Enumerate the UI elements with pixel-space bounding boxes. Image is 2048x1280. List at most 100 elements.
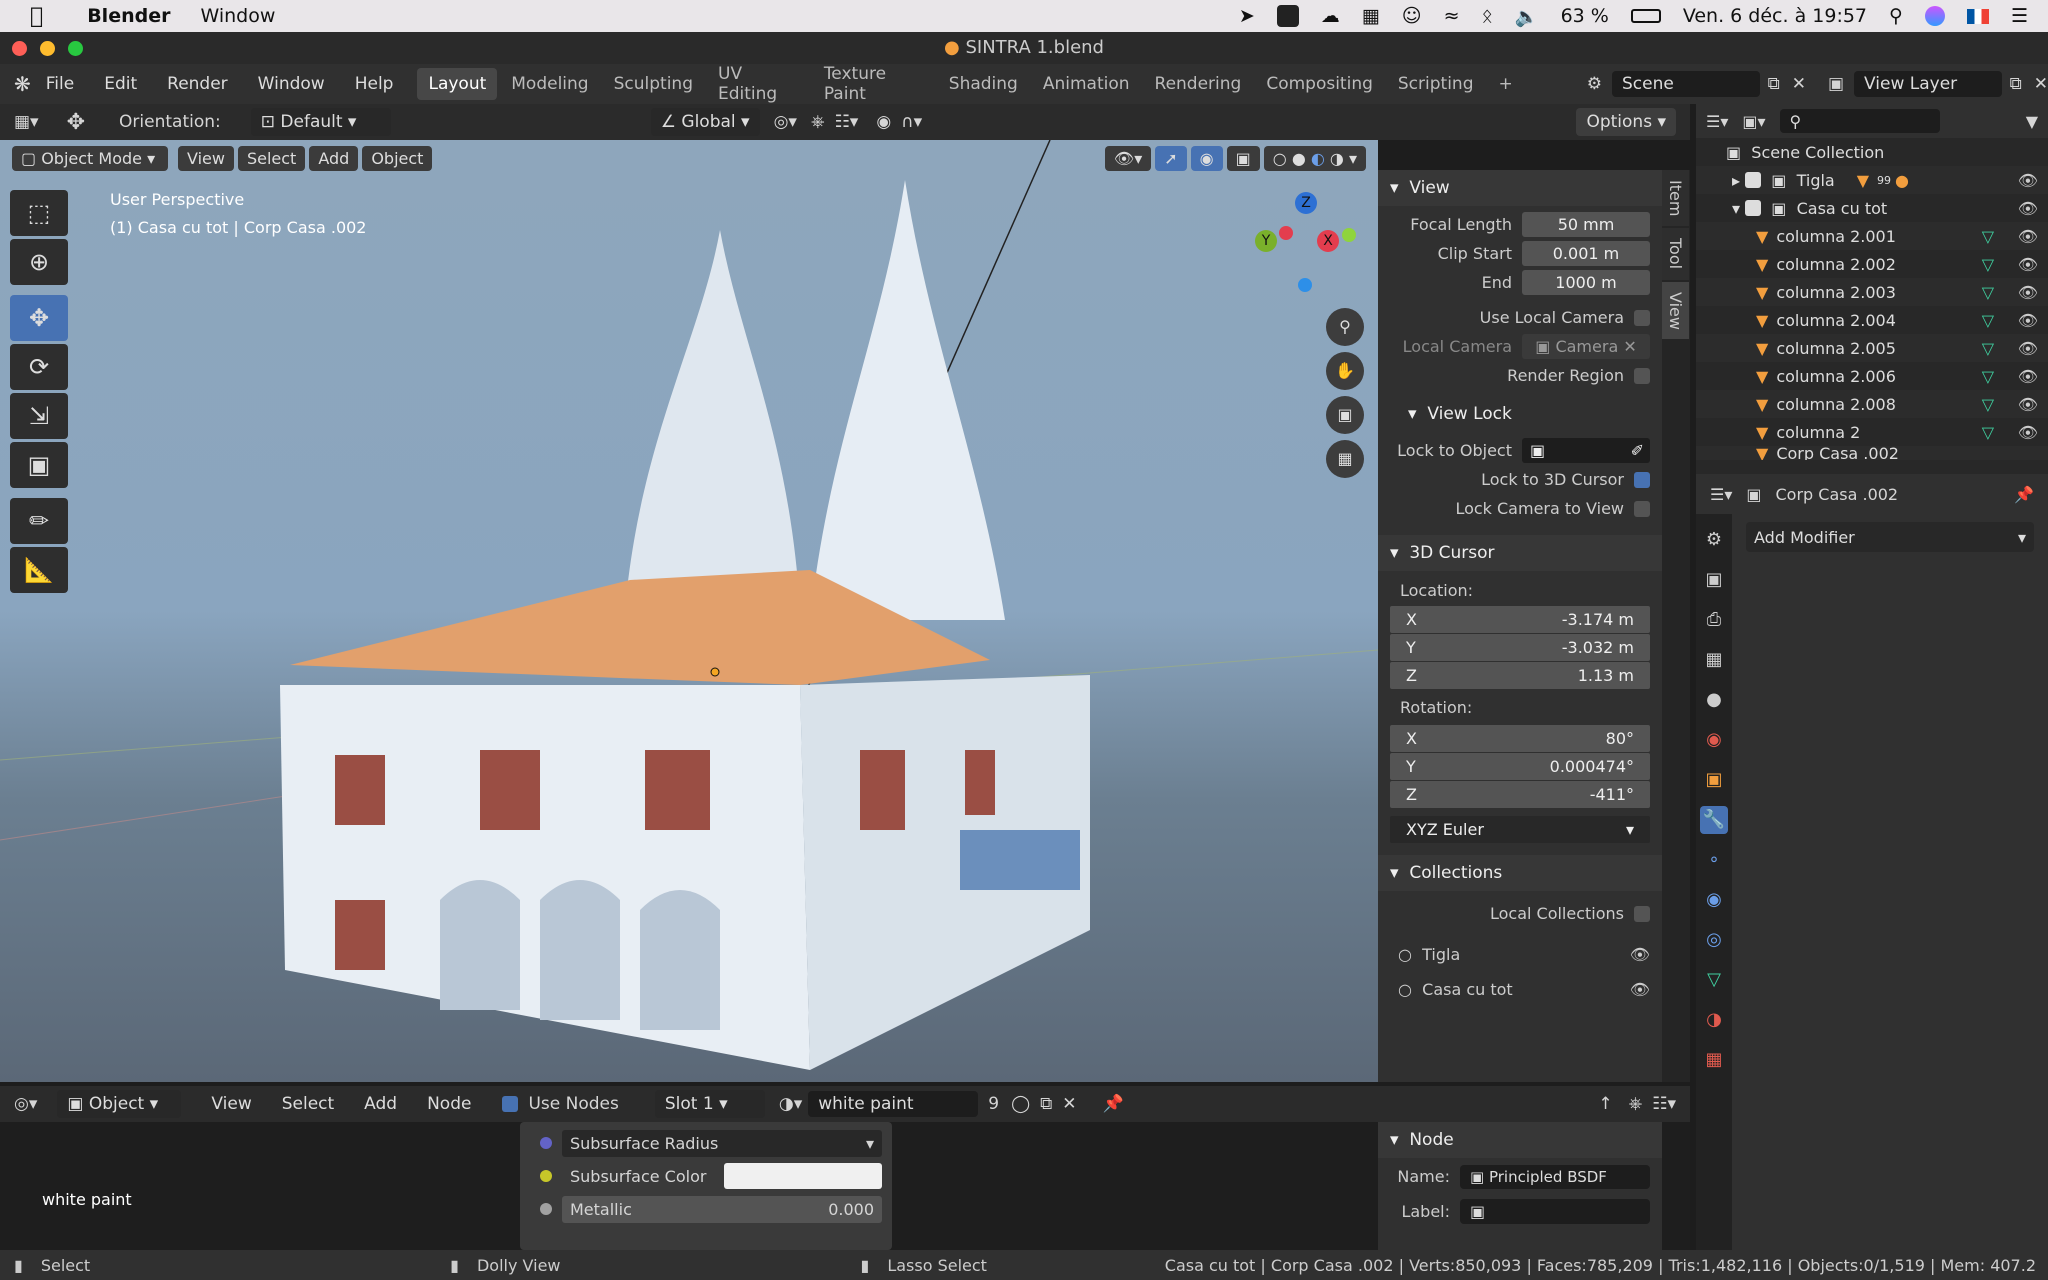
gizmo-neg-x[interactable] — [1279, 226, 1293, 240]
wacom-icon[interactable] — [1276, 5, 1299, 27]
gizmo-icon[interactable]: ➚ — [1155, 145, 1187, 171]
parent-node-icon[interactable]: ↑ — [1598, 1094, 1612, 1114]
node-menu-node[interactable]: Node — [427, 1094, 471, 1114]
subsurface-radius-socket[interactable]: Subsurface Radius ▾ — [530, 1128, 882, 1158]
outliner-row[interactable]: ▼ columna 2.004 ▽ 👁 — [1696, 306, 2048, 334]
eye-icon[interactable]: 👁 — [2018, 395, 2038, 414]
color-socket-dot[interactable] — [540, 1170, 552, 1182]
xray-icon[interactable]: ▣ — [1226, 145, 1260, 171]
lock-camera-checkbox[interactable] — [1634, 500, 1650, 517]
rotation-x-field[interactable]: X 80° — [1390, 725, 1650, 752]
snap-icon[interactable]: ⎈ — [811, 112, 825, 132]
pan-hand-icon[interactable]: ✋ — [1326, 352, 1364, 390]
app-menu[interactable]: Blender — [87, 5, 170, 27]
rotation-mode-dropdown[interactable]: XYZ Euler ▾ — [1390, 816, 1650, 843]
view-panel-header[interactable]: ▾ View — [1378, 170, 1662, 206]
notification-center-icon[interactable]: ☰ — [2011, 5, 2028, 27]
render-icon[interactable]: ▣ — [1700, 566, 1728, 594]
new-view-layer-icon[interactable]: ⧉ — [2010, 74, 2022, 94]
add-modifier-dropdown[interactable]: Add Modifier ▾ — [1746, 522, 2034, 552]
navigation-gizmo[interactable]: Z Y X — [1255, 190, 1356, 292]
tab-modeling[interactable]: Modeling — [500, 68, 599, 100]
delete-scene-icon[interactable]: ✕ — [1792, 74, 1806, 94]
add-workspace-button[interactable]: + — [1488, 68, 1524, 100]
eyedropper-icon[interactable]: ✐ — [1631, 438, 1644, 463]
tab-uv-editing[interactable]: UV Editing — [707, 58, 810, 110]
tab-compositing[interactable]: Compositing — [1255, 68, 1384, 100]
tab-layout[interactable]: Layout — [417, 68, 498, 100]
tab-scripting[interactable]: Scripting — [1387, 68, 1485, 100]
view-layer-icon[interactable]: ▣ — [1828, 74, 1844, 94]
new-scene-icon[interactable]: ⧉ — [1768, 74, 1780, 94]
pin-icon[interactable]: 📌 — [1102, 1094, 1123, 1114]
viewport-menu-object[interactable]: Object — [362, 145, 433, 171]
properties-editor-icon[interactable]: ☰▾ — [1710, 485, 1732, 504]
clip-end-field[interactable]: 1000 m — [1522, 270, 1650, 295]
particles-icon[interactable]: ∘ — [1700, 846, 1728, 874]
node-menu-view[interactable]: View — [211, 1094, 251, 1114]
outliner-row[interactable]: ▼ columna 2.001 ▽ 👁 — [1696, 222, 2048, 250]
render-region-checkbox[interactable] — [1634, 367, 1650, 384]
select-box-tool-icon[interactable]: ⬚ — [10, 190, 68, 236]
bluetooth-icon[interactable]: ᛟ — [1481, 5, 1492, 27]
modifier-props-icon[interactable]: 🔧 — [1700, 806, 1728, 834]
constraints-icon[interactable]: ◎ — [1700, 926, 1728, 954]
outliner-row-tigla[interactable]: ▸ ▣ Tigla ▼ 99 ● 👁 — [1696, 166, 2048, 194]
close-window-button[interactable] — [12, 41, 27, 56]
measure-tool-icon[interactable]: 📐 — [10, 547, 68, 593]
use-local-camera-checkbox[interactable] — [1634, 309, 1650, 326]
pivot-icon[interactable]: ◎▾ — [774, 112, 797, 132]
subsurface-color-swatch[interactable] — [724, 1163, 882, 1189]
fake-user-icon[interactable]: ◯ — [1011, 1094, 1030, 1114]
eye-icon[interactable]: 👁 — [2018, 227, 2038, 246]
eye-icon[interactable]: 👁 — [2018, 283, 2038, 302]
viewport-menu-select[interactable]: Select — [237, 145, 306, 171]
scene-props-icon[interactable]: ● — [1700, 686, 1728, 714]
camera-view-icon[interactable]: ▣ — [1326, 396, 1364, 434]
menu-render[interactable]: Render — [167, 74, 228, 94]
3d-cursor-header[interactable]: ▾ 3D Cursor — [1378, 535, 1662, 571]
node-label-field[interactable]: ▣ — [1460, 1199, 1650, 1224]
lock-cursor-checkbox[interactable] — [1634, 471, 1650, 488]
zoom-window-button[interactable] — [68, 41, 83, 56]
node-menu-add[interactable]: Add — [364, 1094, 397, 1114]
rotate-tool-icon[interactable]: ⟳ — [10, 344, 68, 390]
annotate-tool-icon[interactable]: ✏ — [10, 498, 68, 544]
window-menu[interactable]: Window — [200, 5, 275, 27]
menu-file[interactable]: File — [46, 74, 74, 94]
metallic-field[interactable]: Metallic 0.000 — [562, 1195, 882, 1223]
rotation-y-field[interactable]: Y 0.000474° — [1390, 753, 1650, 780]
viewport-menu-view[interactable]: View — [178, 145, 234, 171]
data-icon[interactable]: ▽ — [1700, 966, 1728, 994]
wifi-icon[interactable]: ≈ — [1444, 5, 1460, 27]
3d-viewport[interactable]: ▢ Object Mode ▾ View Select Add Object 👁… — [0, 140, 1378, 1082]
use-nodes-checkbox[interactable] — [502, 1096, 519, 1112]
solid-shading-icon[interactable]: ◐ — [1311, 149, 1325, 168]
local-camera-field[interactable]: ▣ Camera ✕ — [1522, 334, 1650, 359]
spaces-icon[interactable]: ▦ — [1362, 5, 1380, 27]
zoom-icon[interactable]: ⚲ — [1326, 308, 1364, 346]
slot-dropdown[interactable]: Slot 1 ▾ — [654, 1090, 765, 1118]
clock[interactable]: Ven. 6 déc. à 19:57 — [1683, 5, 1867, 27]
texture-icon[interactable]: ▦ — [1700, 1046, 1728, 1074]
eye-icon[interactable]: 👁 — [1630, 945, 1650, 964]
node-panel-header[interactable]: ▾ Node — [1378, 1122, 1662, 1158]
unlink-material-icon[interactable]: ✕ — [1062, 1094, 1076, 1114]
outliner-row[interactable]: ▼ columna 2.006 ▽ 👁 — [1696, 362, 2048, 390]
material-name-field[interactable]: white paint — [808, 1091, 979, 1117]
shading-modes[interactable]: ○ ● ◐ ◑ ▾ — [1263, 145, 1366, 171]
collection-item[interactable]: ○ Tigla 👁 — [1378, 940, 1662, 969]
delete-view-layer-icon[interactable]: ✕ — [2034, 74, 2048, 94]
blender-logo-icon[interactable]: ❋ — [14, 72, 31, 96]
falloff-icon[interactable]: ∩▾ — [901, 112, 922, 132]
material-browse-icon[interactable]: ◑▾ — [779, 1094, 802, 1114]
outliner-row-casa[interactable]: ▾ ▣ Casa cu tot 👁 — [1696, 194, 2048, 222]
outliner-root[interactable]: ▣ Scene Collection — [1696, 138, 2048, 166]
viewport-menu-add[interactable]: Add — [309, 145, 359, 171]
tab-animation[interactable]: Animation — [1032, 68, 1141, 100]
metallic-socket[interactable]: Metallic 0.000 — [530, 1194, 882, 1224]
ortho-toggle-icon[interactable]: ▦ — [1326, 440, 1364, 478]
minimize-window-button[interactable] — [40, 41, 55, 56]
world-icon[interactable]: ◉ — [1700, 726, 1728, 754]
proportional-edit-icon[interactable]: ◉ — [876, 112, 891, 132]
